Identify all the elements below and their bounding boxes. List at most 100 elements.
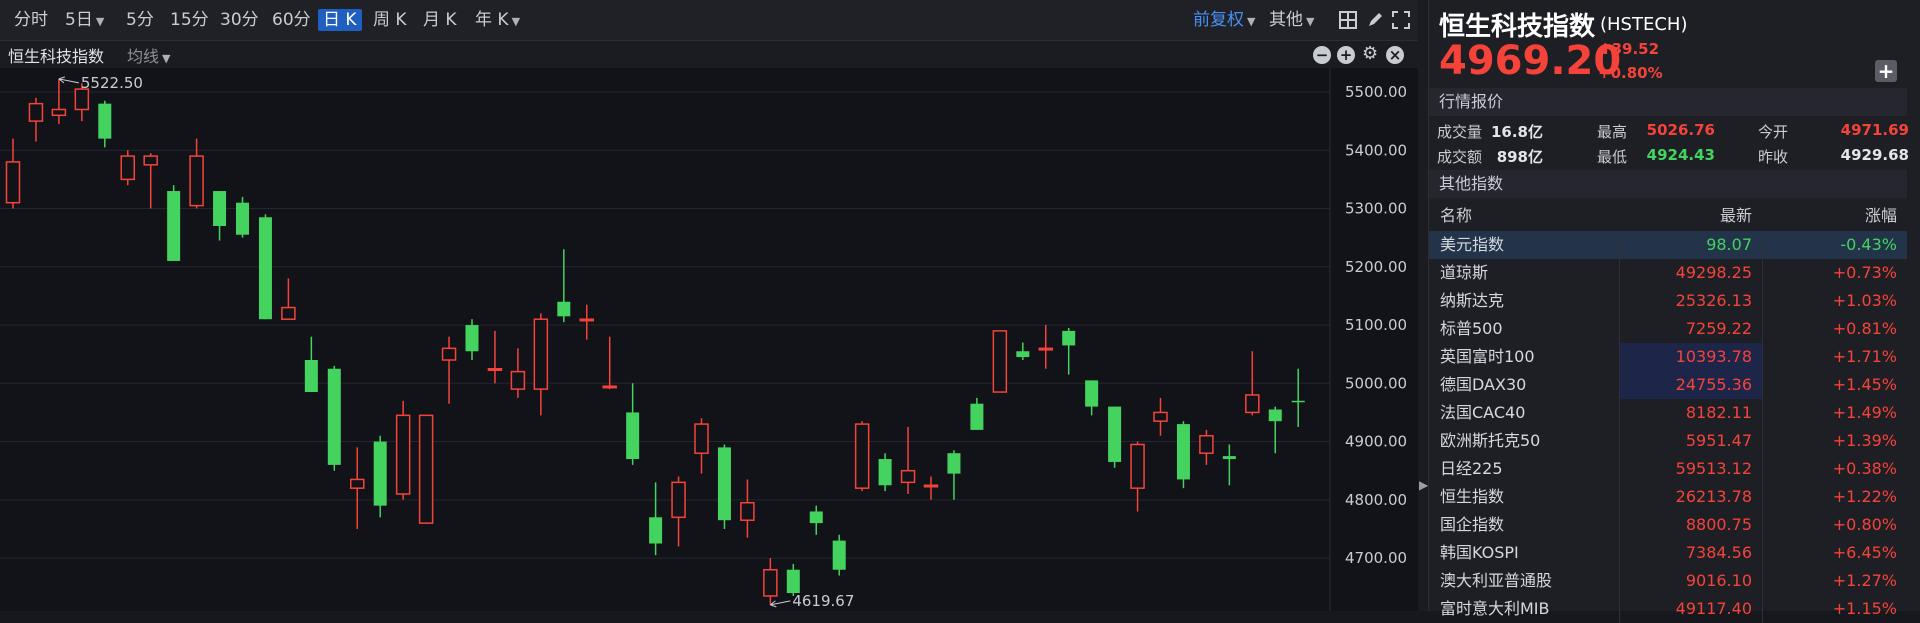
candle[interactable] (373, 435, 387, 518)
candle[interactable] (189, 138, 204, 209)
period-tab-minute[interactable]: 分时 (14, 9, 48, 31)
candle[interactable] (304, 336, 318, 393)
candle[interactable] (28, 97, 44, 142)
grid-layout-icon[interactable] (1339, 11, 1357, 29)
candle-body (395, 414, 411, 495)
period-tab-day[interactable]: 日 K (318, 9, 362, 31)
candle[interactable] (602, 336, 617, 390)
candle[interactable] (1268, 406, 1282, 454)
candle[interactable] (143, 153, 158, 209)
index-row[interactable]: 韩国KOSPI 7384.56 +6.45% (1429, 539, 1907, 567)
candle[interactable] (1130, 441, 1145, 512)
candle[interactable] (418, 414, 434, 524)
plus-circle-icon[interactable]: + (1337, 46, 1355, 64)
index-row[interactable]: 欧洲斯托克50 5951.47 +1.39% (1429, 427, 1907, 455)
index-row[interactable]: 法国CAC40 8182.11 +1.49% (1429, 399, 1907, 427)
period-tab-5min[interactable]: 5分 (126, 9, 154, 31)
period-tab-15min[interactable]: 15分 (170, 9, 209, 31)
candle[interactable] (947, 450, 961, 500)
fullscreen-icon[interactable] (1392, 11, 1410, 29)
candle[interactable] (970, 397, 984, 430)
candle[interactable] (671, 476, 686, 547)
candle[interactable] (763, 558, 778, 605)
candle[interactable] (1108, 406, 1122, 468)
candle[interactable] (740, 479, 755, 538)
candle[interactable] (832, 534, 846, 576)
candle[interactable] (1153, 397, 1168, 436)
candle[interactable] (236, 196, 249, 238)
index-row[interactable]: 标普500 7259.22 +0.81% (1429, 315, 1907, 343)
index-row[interactable]: 富时意大利MIB 49117.40 +1.15% (1429, 595, 1907, 623)
period-tab-30min[interactable]: 30分 (220, 9, 259, 31)
period-tab-month[interactable]: 月 K (423, 9, 457, 31)
candle[interactable] (120, 150, 135, 186)
other-label: 其他 (1269, 10, 1303, 30)
candle[interactable] (281, 278, 296, 320)
other-dropdown[interactable]: 其他 ▼ (1269, 9, 1314, 31)
kline-svg[interactable]: 5500.00 5400.00 5300.00 5200.00 5100.00 5000.… (0, 68, 1418, 611)
candle[interactable] (327, 365, 341, 471)
index-row[interactable]: 日经225 59513.12 +0.38% (1429, 455, 1907, 483)
index-row[interactable]: 道琼斯 49298.25 +0.73% (1429, 259, 1907, 287)
candle-body (557, 301, 571, 317)
candle[interactable] (350, 447, 365, 529)
candle[interactable] (167, 185, 181, 261)
index-row[interactable]: 澳大利亚普通股 9016.10 +1.27% (1429, 567, 1907, 595)
candle[interactable] (395, 400, 411, 500)
index-row[interactable]: 恒生指数 26213.78 +1.22% (1429, 483, 1907, 511)
candle[interactable] (533, 313, 549, 416)
candle[interactable] (809, 505, 823, 535)
candle[interactable] (992, 330, 1008, 393)
candle[interactable] (649, 482, 663, 556)
candle[interactable] (854, 421, 870, 492)
index-row[interactable]: 德国DAX30 24755.36 +1.45% (1429, 371, 1907, 399)
period-tab-week[interactable]: 周 K (373, 9, 407, 31)
index-row[interactable]: 美元指数 98.07 -0.43% (1429, 231, 1907, 259)
index-row-change: +1.39% (1832, 431, 1897, 450)
candle[interactable] (258, 214, 272, 320)
candle[interactable] (900, 426, 916, 494)
candle[interactable] (1291, 368, 1305, 427)
candle[interactable] (213, 191, 227, 241)
plus-icon[interactable]: + (1875, 60, 1897, 82)
candle[interactable] (1199, 429, 1214, 465)
candle[interactable] (878, 453, 892, 492)
candle[interactable] (1038, 325, 1053, 369)
candle[interactable] (510, 348, 526, 398)
index-row[interactable]: 纳斯达克 25326.13 +1.03% (1429, 287, 1907, 315)
candle[interactable] (465, 319, 479, 360)
candle[interactable] (1222, 444, 1236, 486)
candle-body (923, 484, 939, 488)
draw-pen-icon[interactable] (1366, 11, 1384, 29)
close-circle-icon[interactable]: × (1386, 46, 1404, 64)
minus-circle-icon[interactable]: − (1313, 46, 1331, 64)
candle[interactable] (694, 418, 709, 474)
candle[interactable] (557, 249, 571, 323)
candle[interactable] (626, 383, 640, 465)
settings-gear-icon[interactable]: ⚙ (1362, 43, 1378, 64)
candle[interactable] (5, 138, 21, 209)
candle[interactable] (1085, 380, 1099, 416)
candle[interactable] (717, 444, 731, 529)
period-tab-60min[interactable]: 60分 (272, 9, 311, 31)
index-row[interactable]: 英国富时100 10393.78 +1.71% (1429, 343, 1907, 371)
ma-dropdown[interactable]: 均线 ▼ (127, 43, 170, 67)
panel-divider[interactable]: ▶ (1418, 0, 1428, 611)
col-change-header: 涨幅 (1864, 206, 1897, 225)
candle[interactable] (487, 330, 503, 384)
candle[interactable] (98, 100, 112, 148)
index-row-name: 英国富时100 (1440, 347, 1535, 366)
candle[interactable] (441, 336, 457, 404)
period-tab-5day[interactable]: 5日 ▼ (65, 9, 104, 31)
period-tab-year[interactable]: 年 K ▼ (475, 9, 520, 31)
candle[interactable] (579, 304, 594, 340)
candle[interactable] (1016, 342, 1030, 360)
collapse-arrow-icon[interactable]: ▶ (1419, 478, 1428, 492)
candle[interactable] (923, 476, 939, 500)
kline-chart[interactable]: 5500.00 5400.00 5300.00 5200.00 5100.00 5000.… (0, 68, 1418, 611)
candle[interactable] (1062, 327, 1076, 375)
candle[interactable] (1176, 421, 1190, 489)
index-row[interactable]: 国企指数 8800.75 +0.80% (1429, 511, 1907, 539)
adjust-dropdown[interactable]: 前复权 ▼ (1193, 9, 1255, 31)
candle[interactable] (51, 78, 67, 125)
